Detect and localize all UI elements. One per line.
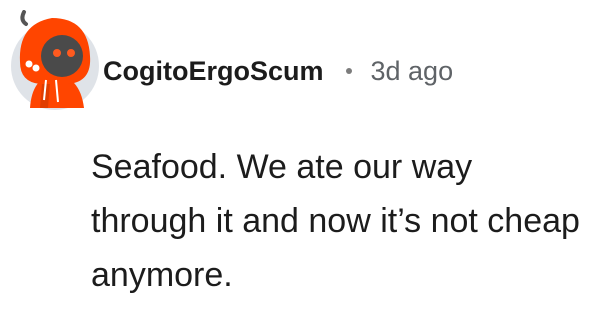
- comment-header: CogitoErgoScum 3d ago: [103, 48, 453, 94]
- snoo-avatar-icon: [11, 10, 99, 110]
- comment: CogitoErgoScum 3d ago Seafood. We ate ou…: [0, 0, 599, 331]
- user-avatar[interactable]: [10, 10, 102, 110]
- username-link[interactable]: CogitoErgoScum: [103, 56, 324, 87]
- timestamp-link[interactable]: 3d ago: [371, 56, 454, 87]
- comment-body: Seafood. We ate our way through it and n…: [91, 148, 580, 294]
- separator-dot: [345, 68, 352, 74]
